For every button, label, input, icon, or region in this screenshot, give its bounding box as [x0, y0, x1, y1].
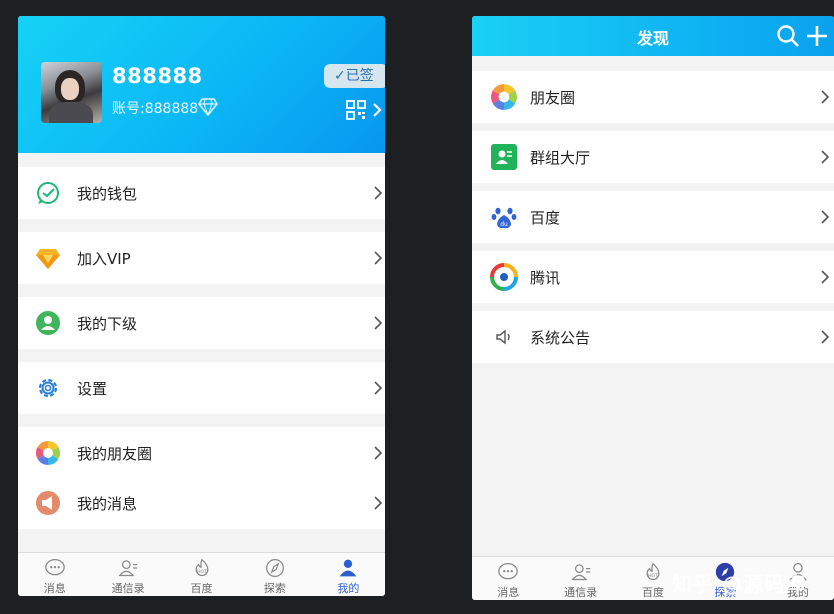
search-icon[interactable] [776, 24, 800, 48]
subordinate-user-icon [35, 310, 61, 336]
tab-label: 百度 [642, 586, 665, 599]
chevron-right-icon [821, 90, 830, 104]
discover-item-label: 系统公告 [530, 328, 591, 347]
chevron-right-icon [374, 316, 383, 330]
username: 888888 [112, 64, 203, 88]
menu-item-vip[interactable]: 加入VIP [18, 232, 385, 284]
discover-item-announcements[interactable]: 系统公告 [472, 311, 834, 363]
profile-header: 888888 账号:888888 ✓已签 [18, 16, 385, 153]
svg-text:HOT: HOT [197, 569, 207, 575]
tab-label: 通信录 [564, 586, 598, 599]
tencent-icon [490, 263, 518, 291]
wallet-icon [35, 180, 61, 206]
tab-label: 我的 [337, 582, 360, 595]
tab-contacts[interactable]: 通信录 [544, 557, 616, 600]
discover-item-label: 百度 [530, 208, 561, 227]
chevron-right-icon [374, 251, 383, 265]
discover-item-baidu[interactable]: du 百度 [472, 191, 834, 243]
tab-explore[interactable]: 探索 [238, 553, 311, 596]
tab-label: 消息 [43, 582, 66, 595]
discover-item-label: 腾讯 [530, 268, 561, 287]
moments-aperture-icon [490, 83, 518, 111]
bottom-tab-bar: 消息 通信录 HOT 百度 探索 我的 [18, 552, 385, 596]
account-id: 账号:888888 [112, 101, 199, 117]
menu-item-my-moments[interactable]: 我的朋友圈 [18, 427, 385, 479]
message-megaphone-icon [35, 490, 61, 516]
menu-item-label: 设置 [77, 379, 108, 398]
chevron-right-icon [374, 381, 383, 395]
watermark: 知乎 @源码库 [672, 572, 806, 596]
group-hall-icon [490, 143, 518, 171]
discover-screen: 发现 朋友圈 群组大厅 du 百度 腾讯 系统公告 消息 通信录 HOT 百度 … [472, 16, 834, 600]
chat-bubble-icon [498, 563, 518, 580]
vip-diamond-icon [35, 245, 61, 271]
menu-item-label: 我的朋友圈 [77, 444, 153, 463]
chevron-right-icon [821, 330, 830, 344]
chevron-right-icon [821, 210, 830, 224]
tab-label: 百度 [190, 582, 213, 595]
menu-item-label: 我的钱包 [77, 184, 138, 203]
avatar[interactable] [41, 62, 102, 123]
discover-item-moments[interactable]: 朋友圈 [472, 71, 834, 123]
menu-item-subordinates[interactable]: 我的下级 [18, 297, 385, 349]
plus-icon[interactable] [805, 24, 829, 48]
moments-aperture-icon [35, 440, 61, 466]
svg-text:HOT: HOT [648, 573, 658, 579]
hot-icon: HOT [195, 558, 208, 577]
signed-in-button[interactable]: ✓已签 [324, 64, 385, 88]
svg-text:du: du [500, 221, 508, 228]
chevron-right-icon [821, 150, 830, 164]
hot-icon: HOT [646, 562, 660, 581]
baidu-paw-icon: du [490, 203, 518, 231]
contacts-icon [570, 564, 590, 581]
qr-code-icon[interactable] [346, 100, 366, 120]
tab-label: 消息 [497, 586, 520, 599]
menu-item-label: 加入VIP [77, 249, 131, 268]
discover-item-label: 群组大厅 [530, 148, 591, 167]
compass-icon [265, 559, 284, 577]
tab-messages[interactable]: 消息 [472, 557, 544, 600]
my-page-screen: 888888 账号:888888 ✓已签 我的钱包 加入VIP 我的下级 设置 … [18, 16, 385, 596]
gear-icon [35, 375, 61, 401]
menu-item-my-messages[interactable]: 我的消息 [18, 477, 385, 529]
chevron-right-icon [373, 103, 382, 117]
chat-bubble-icon [44, 559, 65, 576]
menu-item-settings[interactable]: 设置 [18, 362, 385, 414]
chevron-right-icon [374, 446, 383, 460]
tab-label: 通信录 [111, 582, 145, 595]
tab-baidu[interactable]: HOT 百度 [165, 553, 238, 596]
chevron-right-icon [821, 270, 830, 284]
tab-messages[interactable]: 消息 [18, 553, 91, 596]
person-icon [339, 559, 357, 577]
menu-item-label: 我的消息 [77, 494, 138, 513]
chevron-right-icon [374, 186, 383, 200]
tab-mine[interactable]: 我的 [312, 553, 385, 596]
menu-item-label: 我的下级 [77, 314, 138, 333]
tab-label: 探索 [263, 582, 286, 595]
menu-item-wallet[interactable]: 我的钱包 [18, 167, 385, 219]
discover-item-label: 朋友圈 [530, 88, 576, 107]
diamond-icon [198, 98, 218, 116]
nav-bar: 发现 [472, 16, 834, 56]
discover-item-group-hall[interactable]: 群组大厅 [472, 131, 834, 183]
chevron-right-icon [374, 496, 383, 510]
contacts-icon [118, 560, 138, 577]
discover-item-tencent[interactable]: 腾讯 [472, 251, 834, 303]
speaker-icon [490, 323, 518, 351]
tab-contacts[interactable]: 通信录 [91, 553, 164, 596]
